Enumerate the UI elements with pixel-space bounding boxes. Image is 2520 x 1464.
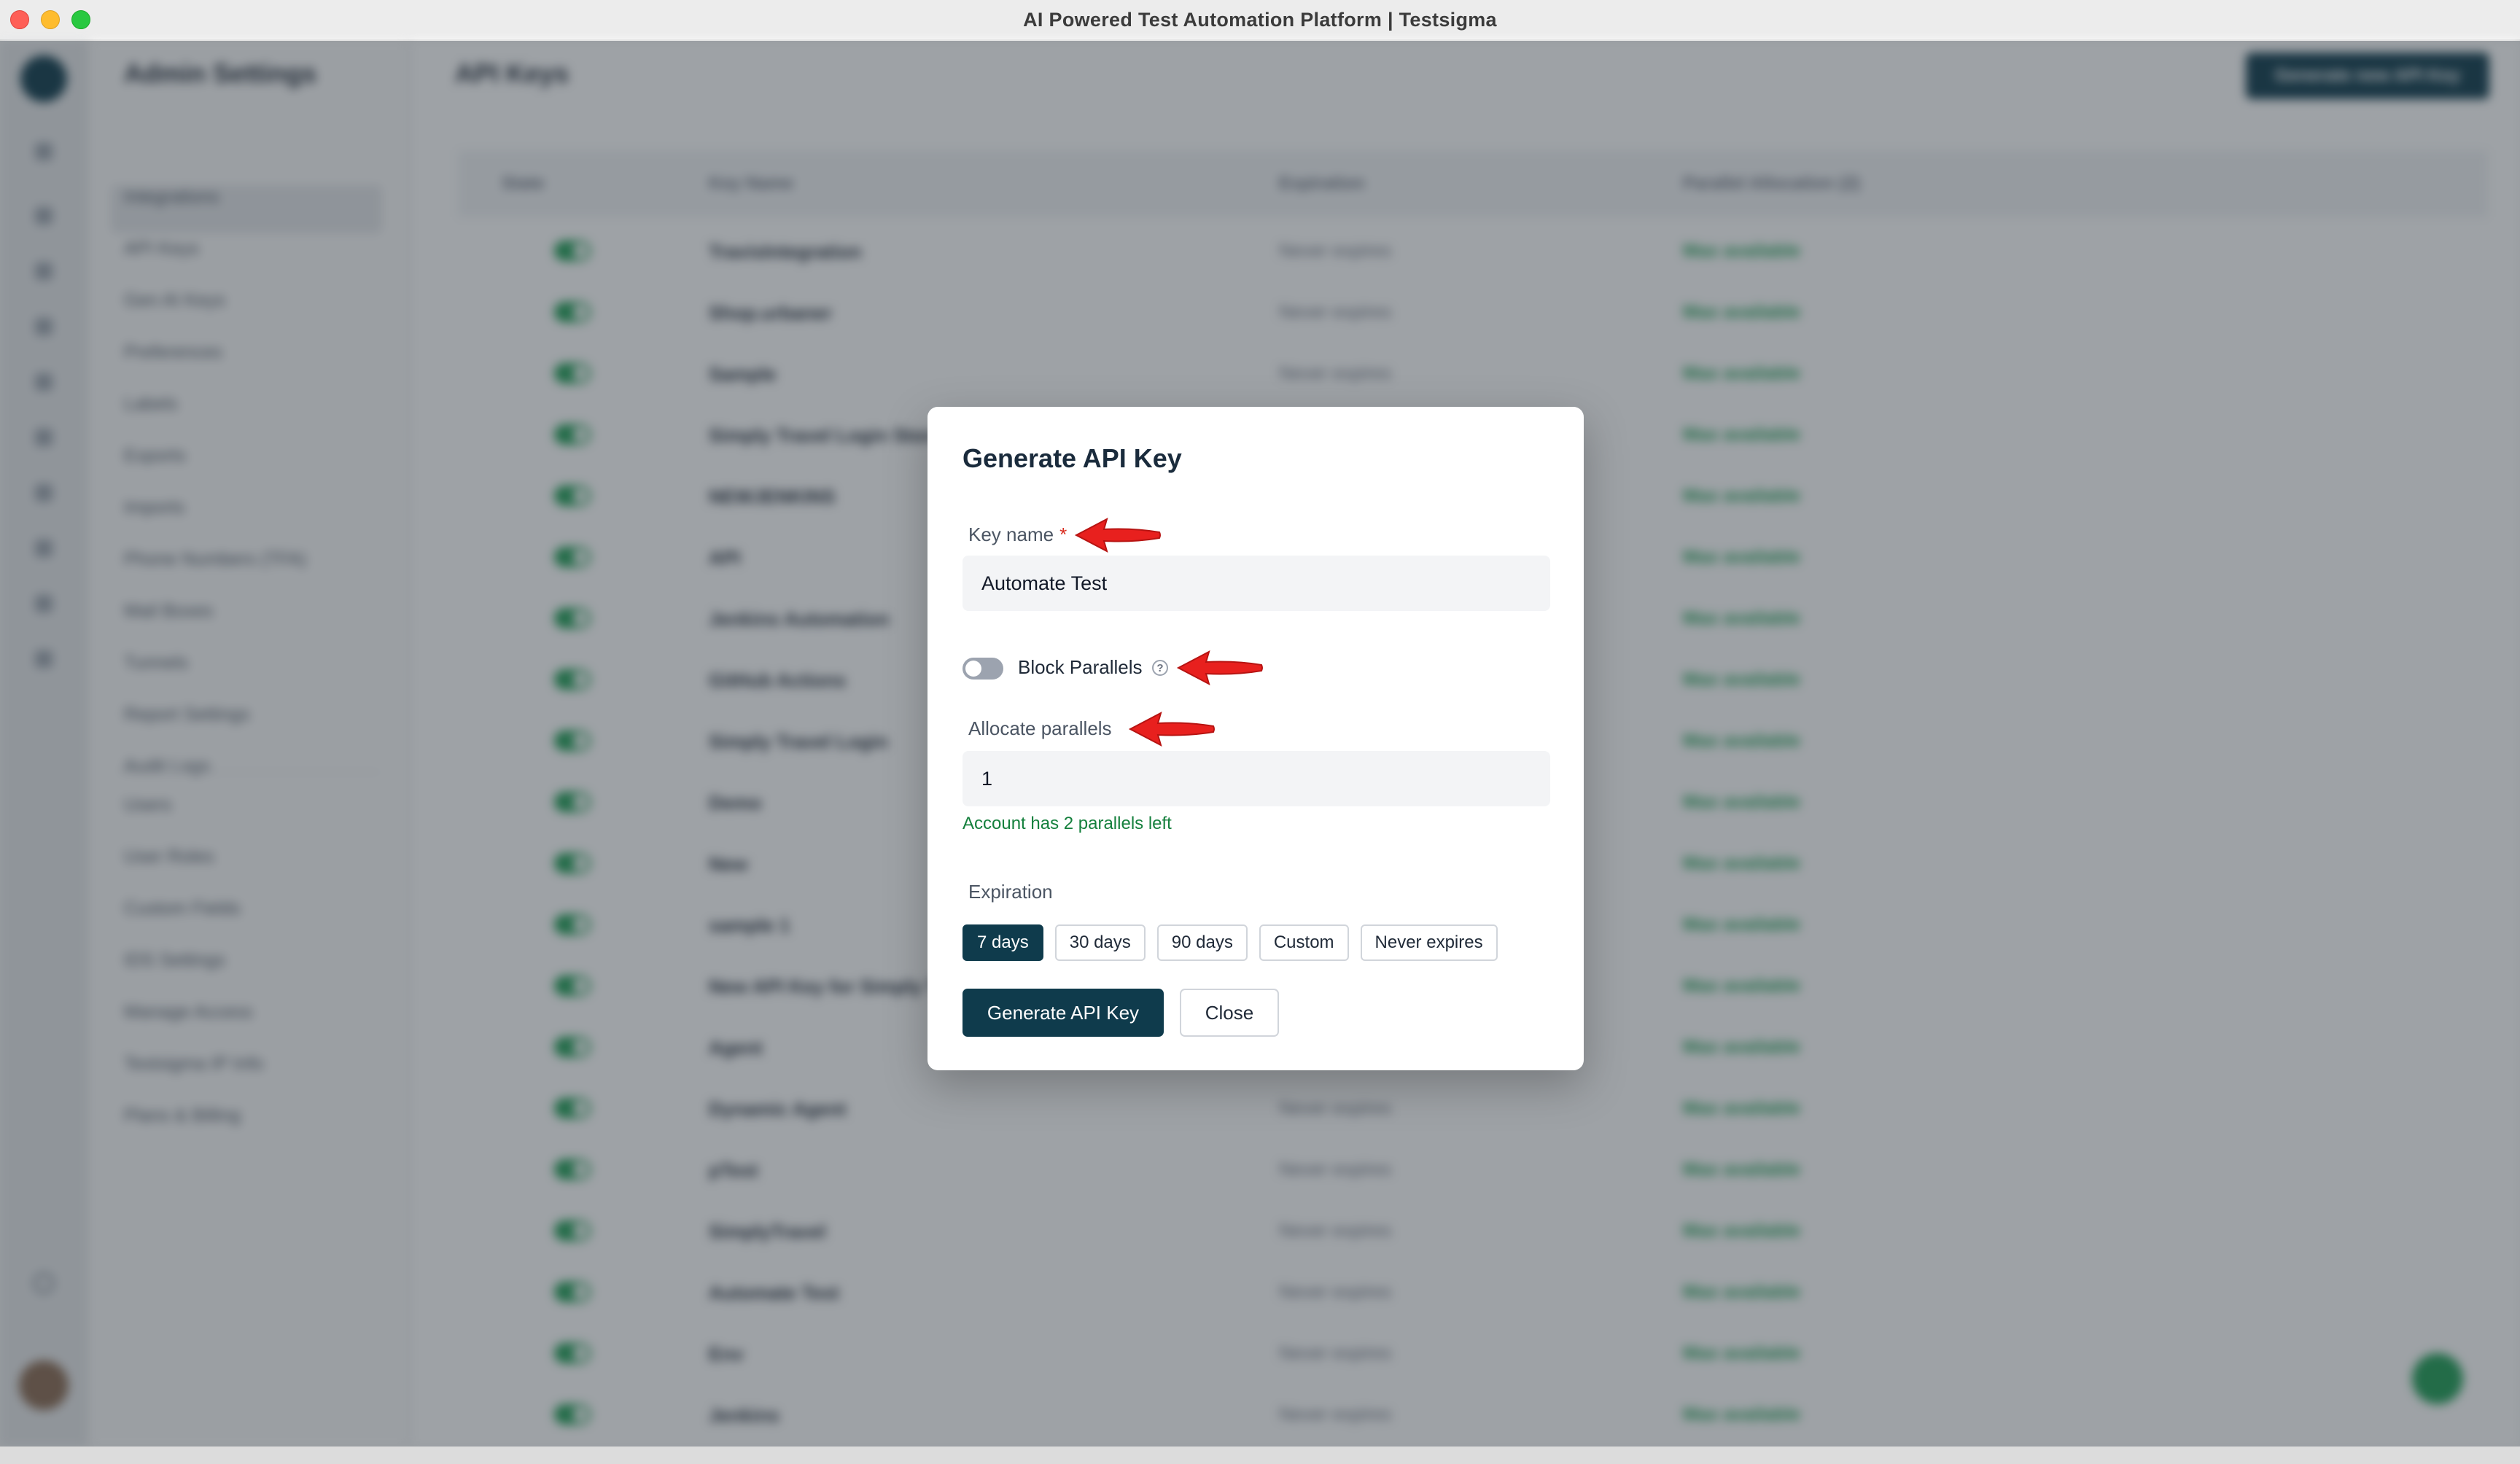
toggle-knob — [965, 661, 981, 677]
block-parallels-label: Block Parallels — [1018, 656, 1143, 678]
close-button[interactable]: Close — [1180, 989, 1279, 1037]
window-title: AI Powered Test Automation Platform | Te… — [1023, 8, 1497, 31]
generate-api-key-button[interactable]: Generate API Key — [962, 989, 1164, 1037]
allocate-parallels-input[interactable] — [962, 751, 1550, 806]
close-window-button[interactable] — [10, 10, 29, 29]
key-name-label-text: Key name — [968, 523, 1054, 545]
maximize-window-button[interactable] — [71, 10, 90, 29]
key-name-input[interactable] — [962, 556, 1550, 611]
minimize-window-button[interactable] — [41, 10, 60, 29]
required-mark: * — [1059, 523, 1068, 545]
help-icon[interactable]: ? — [1152, 660, 1168, 676]
window-bottom-edge — [0, 1447, 2520, 1464]
expiration-option-chip[interactable]: 90 days — [1156, 924, 1248, 961]
expiration-option-chip[interactable]: 30 days — [1054, 924, 1146, 961]
expiration-option-chip[interactable]: 7 days — [962, 924, 1043, 961]
expiration-options: 7 days 30 days 90 days Custom Never expires — [962, 924, 1498, 961]
window-controls — [10, 10, 90, 29]
expiration-label: Expiration — [968, 881, 1053, 903]
expiration-option-chip[interactable]: Custom — [1259, 924, 1349, 961]
annotation-arrow-icon — [1074, 518, 1161, 553]
allocate-parallels-label: Allocate parallels — [968, 717, 1112, 739]
block-parallels-toggle[interactable] — [962, 658, 1003, 680]
annotation-arrow-icon — [1176, 650, 1263, 685]
annotation-arrow-icon — [1128, 712, 1215, 747]
generate-api-key-dialog: Generate API Key Key name* Block Paralle… — [928, 407, 1584, 1070]
key-name-label: Key name * — [968, 523, 1067, 546]
dialog-title: Generate API Key — [962, 443, 1182, 473]
expiration-option-chip[interactable]: Never expires — [1360, 924, 1498, 961]
window-titlebar: AI Powered Test Automation Platform | Te… — [0, 0, 2520, 41]
parallels-left-hint: Account has 2 parallels left — [962, 814, 1172, 833]
